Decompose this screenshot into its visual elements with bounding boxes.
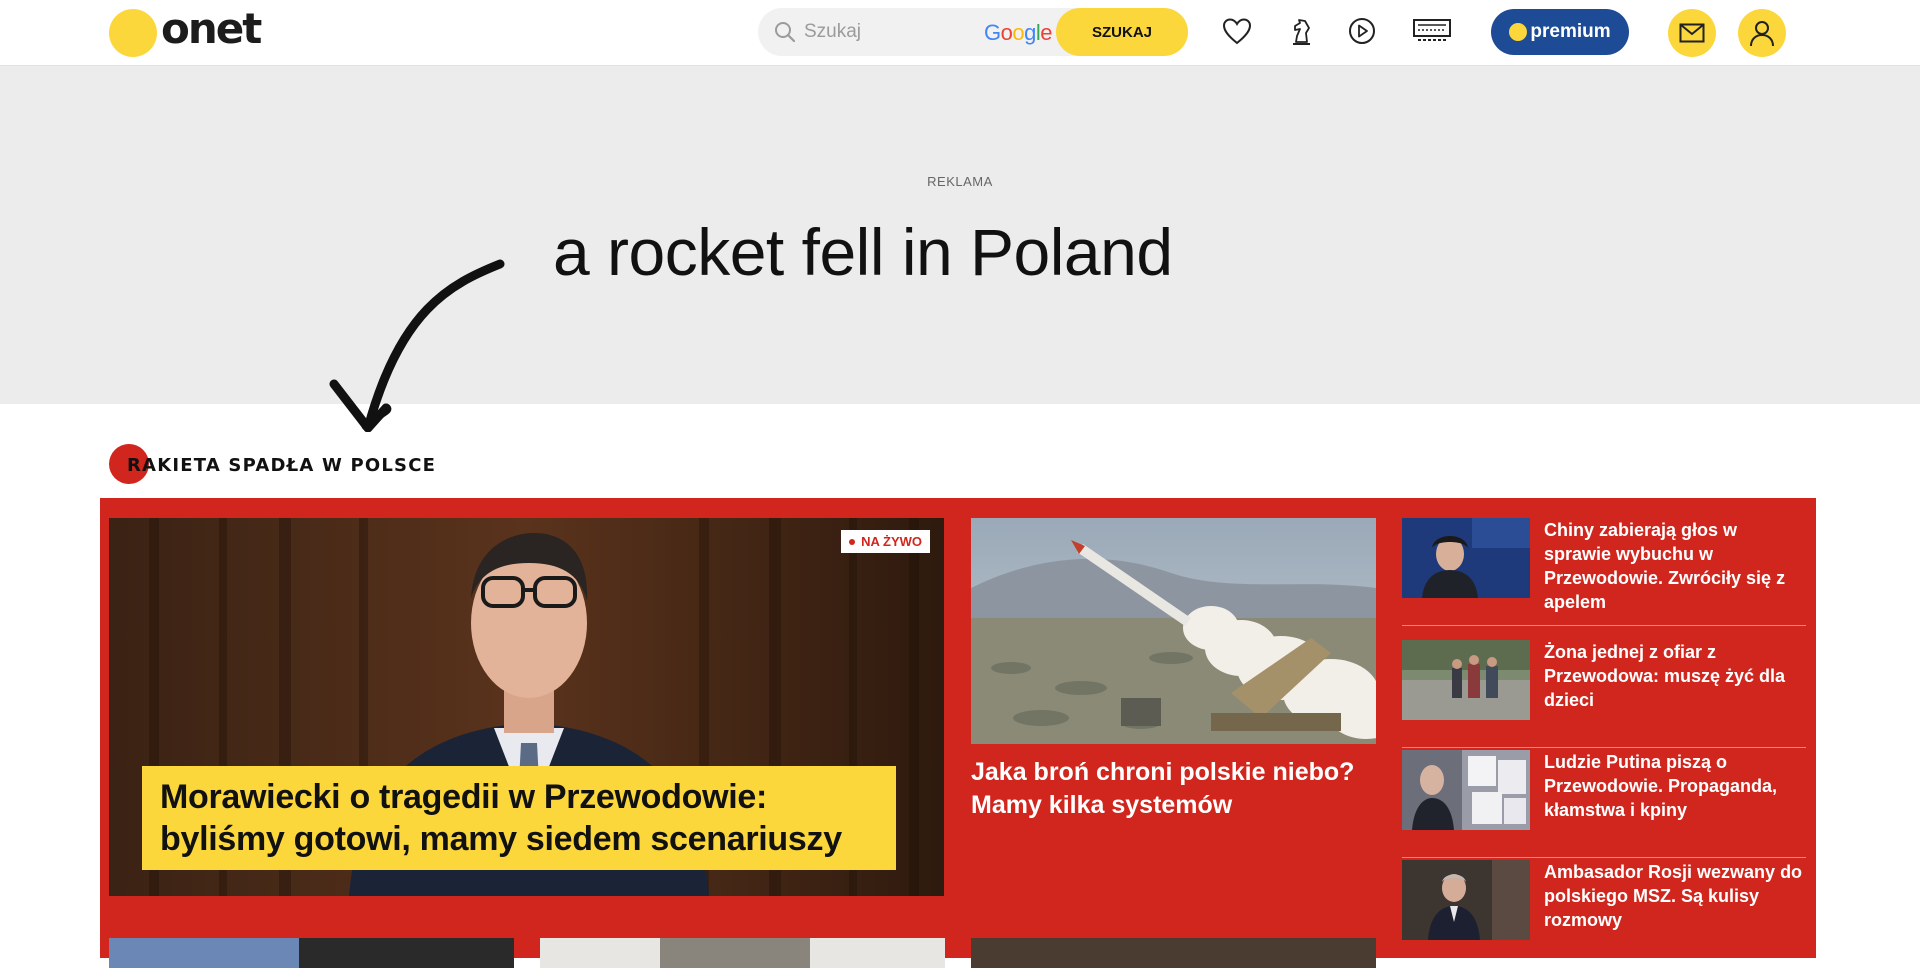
list-item[interactable]: Ludzie Putina piszą o Przewodowie. Propa…: [1402, 750, 1806, 858]
live-badge: NA ŻYWO: [841, 530, 930, 553]
search-button[interactable]: SZUKAJ: [1056, 8, 1188, 56]
bottom-thumbnail[interactable]: [971, 938, 1376, 968]
middle-story-headline[interactable]: Jaka broń chroni polskie niebo? Mamy kil…: [971, 756, 1376, 822]
section-title[interactable]: RAKIETA SPADŁA W POLSCE: [127, 455, 436, 476]
section-content: NA ŻYWO Morawiecki o tragedii w Przewodo…: [100, 498, 1816, 968]
google-letter: o: [1000, 20, 1013, 45]
search-icon: [775, 22, 796, 43]
live-badge-label: NA ŻYWO: [861, 534, 922, 549]
google-letter: G: [984, 20, 1001, 45]
logo-text: onet: [161, 4, 262, 53]
putin-collage-photo: [1402, 750, 1530, 830]
ad-label: REKLAMA: [927, 174, 993, 189]
video-play-icon[interactable]: [1345, 14, 1379, 48]
side-headline: Chiny zabierają głos w sprawie wybuchu w…: [1544, 520, 1786, 612]
google-logo: Google: [984, 20, 1053, 46]
tv-program-icon[interactable]: [1410, 14, 1454, 48]
favorites-icon[interactable]: [1220, 14, 1254, 48]
china-spokesperson-photo: [1402, 518, 1530, 598]
street-people-photo: [1402, 640, 1530, 720]
user-icon: [1750, 21, 1774, 47]
main-story-card[interactable]: NA ŻYWO Morawiecki o tragedii w Przewodo…: [109, 518, 944, 896]
google-letter: g: [1024, 20, 1036, 45]
search-bar: Google SZUKAJ: [758, 8, 1188, 56]
onet-logo[interactable]: onet: [109, 4, 262, 58]
side-news-list: Chiny zabierają głos w sprawie wybuchu w…: [1402, 518, 1806, 964]
live-dot: [849, 538, 856, 545]
side-thumbnail: [1402, 518, 1530, 598]
google-letter: o: [1012, 20, 1025, 45]
list-item[interactable]: Żona jednej z ofiar z Przewodowa: muszę …: [1402, 640, 1806, 748]
side-thumbnail: [1402, 860, 1530, 940]
middle-story-image[interactable]: [971, 518, 1376, 744]
google-letter: e: [1040, 20, 1053, 45]
list-item[interactable]: Chiny zabierają głos w sprawie wybuchu w…: [1402, 518, 1806, 626]
side-headline: Ambasador Rosji wezwany do polskiego MSZ…: [1544, 862, 1803, 930]
list-item[interactable]: Ambasador Rosji wezwany do polskiego MSZ…: [1402, 860, 1806, 964]
premium-label: premium: [1530, 21, 1611, 42]
logo-dot: [109, 9, 157, 57]
account-button[interactable]: [1738, 9, 1786, 57]
handdrawn-arrow-icon: [329, 259, 505, 433]
side-headline: Żona jednej z ofiar z Przewodowa: muszę …: [1544, 642, 1786, 710]
premium-dot: [1509, 23, 1528, 41]
premium-button[interactable]: premium: [1491, 9, 1629, 55]
main-story-headline[interactable]: Morawiecki o tragedii w Przewodowie: byl…: [142, 766, 896, 870]
side-thumbnail: [1402, 640, 1530, 720]
bottom-thumbnail[interactable]: [109, 938, 514, 968]
games-knight-icon[interactable]: [1284, 14, 1318, 48]
bottom-thumbnail[interactable]: [540, 938, 945, 968]
ad-area: REKLAMA a rocket fell in Poland: [0, 66, 1920, 404]
side-headline: Ludzie Putina piszą o Przewodowie. Propa…: [1544, 752, 1778, 820]
news-section: RAKIETA SPADŁA W POLSCE NA ŻYWO Morawiec…: [100, 432, 1816, 968]
ad-caption: a rocket fell in Poland: [553, 215, 1173, 289]
bottom-thumbnail-part: [660, 938, 810, 968]
side-thumbnail: [1402, 750, 1530, 830]
top-header: onet Google SZUKAJ premium: [0, 0, 1920, 66]
mail-button[interactable]: [1668, 9, 1716, 57]
section-header: RAKIETA SPADŁA W POLSCE: [100, 432, 1816, 498]
bottom-thumbnail-part: [299, 938, 514, 968]
missile-photo: [971, 518, 1376, 744]
mail-icon: [1679, 23, 1705, 43]
ambassador-photo: [1402, 860, 1530, 940]
